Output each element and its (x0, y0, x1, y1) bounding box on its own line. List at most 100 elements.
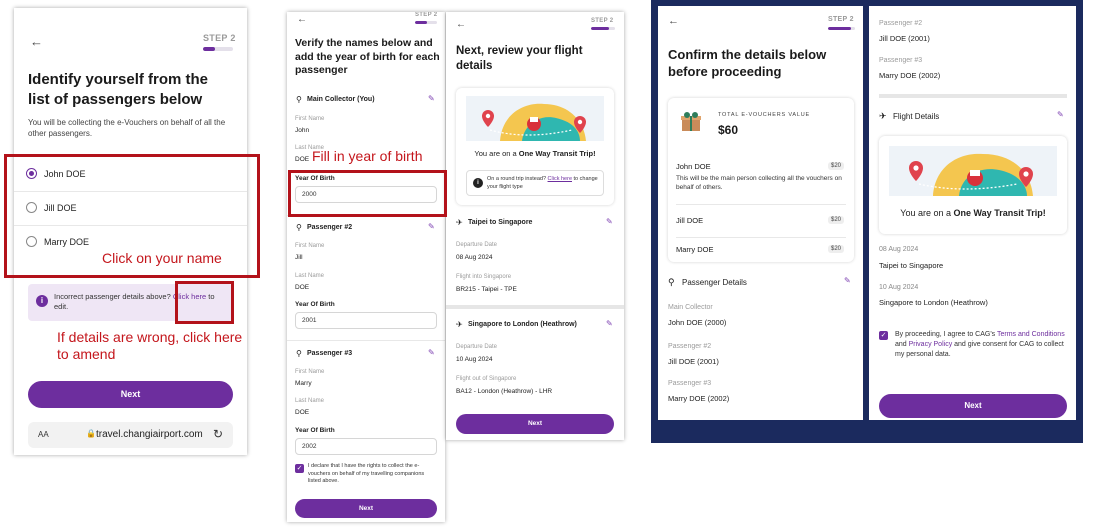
yob-label: Year Of Birth (295, 301, 335, 308)
yob-label: Year Of Birth (295, 427, 335, 434)
annotation-fill-year: Fill in year of birth (312, 148, 423, 164)
yob-input[interactable]: 2001 (295, 312, 437, 329)
leg2-route: Singapore to London (Heathrow) (879, 298, 988, 307)
passenger-2-label: Passenger #2 (879, 20, 923, 27)
total-vouchers-label: TOTAL E-VOUCHERS VALUE (718, 112, 810, 118)
progress-bar (415, 21, 437, 24)
last-name-value: DOE (295, 156, 310, 163)
search-icon: ⚲ (296, 95, 302, 104)
voucher-row-amount: $20 (828, 162, 845, 170)
phone-screen-verify-names: ← STEP 2 Verify the names below and add … (287, 12, 445, 522)
browser-url-bar[interactable]: AA 🔒 travel.changiairport.com ↻ (28, 422, 233, 448)
next-button[interactable]: Next (456, 414, 614, 434)
voucher-row-note: This will be the main person collecting … (676, 175, 842, 191)
last-name-value: DOE (295, 409, 310, 416)
reload-icon[interactable]: ↻ (213, 427, 223, 441)
leg1-date: 08 Aug 2024 (879, 246, 919, 253)
search-icon: ⚲ (296, 349, 302, 358)
departure-date-label: Departure Date (456, 344, 498, 350)
next-button[interactable]: Next (28, 381, 233, 408)
step-label: STEP 2 (828, 16, 854, 23)
edit-pencil-icon[interactable]: ✎ (606, 217, 613, 226)
leg1-route: Taipei to Singapore (879, 261, 944, 270)
annotation-box-year-of-birth (288, 170, 447, 217)
step-label: STEP 2 (591, 18, 614, 24)
passenger-3-value: Marry DOE (2002) (879, 71, 941, 80)
row-divider (676, 204, 846, 205)
voucher-row-name: Marry DOE (676, 245, 714, 254)
url-text: travel.changiairport.com (96, 429, 203, 440)
text-size-button[interactable]: AA (38, 430, 49, 439)
main-collector-value: John DOE (2000) (668, 318, 727, 327)
terms-link[interactable]: Terms and Conditions (997, 331, 1065, 338)
edit-pencil-icon[interactable]: ✎ (428, 348, 435, 357)
leg2-date: 10 Aug 2024 (879, 284, 919, 291)
back-arrow-icon[interactable]: ← (30, 34, 43, 49)
passenger-3-value: Marry DOE (2002) (668, 394, 730, 403)
first-name-value: John (295, 127, 310, 134)
round-trip-text: On a round trip instead? Click here to c… (487, 176, 598, 190)
step-label: STEP 2 (203, 33, 236, 43)
back-arrow-icon[interactable]: ← (297, 14, 307, 25)
edit-pencil-icon[interactable]: ✎ (606, 319, 613, 328)
search-icon: ⚲ (668, 277, 675, 287)
leg1-title: Taipei to Singapore (468, 219, 533, 226)
edit-pencil-icon[interactable]: ✎ (428, 94, 435, 103)
gift-icon (680, 110, 702, 132)
voucher-row-name: John DOE (676, 162, 711, 171)
first-name-value: Marry (295, 380, 312, 387)
declaration-text: I declare that I have the rights to coll… (308, 463, 425, 485)
lock-icon: 🔒 (86, 429, 96, 438)
edit-pencil-icon[interactable]: ✎ (428, 222, 435, 231)
next-button[interactable]: Next (295, 499, 437, 518)
phone-screen-confirm: ← STEP 2 Confirm the details below befor… (658, 6, 863, 420)
next-button[interactable]: Next (879, 394, 1067, 418)
first-name-label: First Name (295, 243, 325, 249)
passenger-2-label: Passenger #2 (668, 343, 712, 350)
voucher-summary-card: TOTAL E-VOUCHERS VALUE $60 John DOE $20 Th… (668, 98, 854, 262)
last-name-label: Last Name (295, 398, 325, 404)
page-title: Confirm the details below before proceed… (668, 47, 827, 79)
declaration-checkbox[interactable]: ✓ (295, 464, 304, 473)
plane-icon: ✈ (879, 111, 887, 121)
info-icon: i (473, 178, 483, 188)
flight-out-label: Flight out of Singapore (456, 376, 517, 382)
step-label: STEP 2 (415, 12, 438, 18)
info-icon: i (36, 295, 48, 307)
flight-into-value: BR215 - Taipei - TPE (456, 286, 517, 293)
consent-checkbox[interactable]: ✓ (879, 331, 888, 340)
departure-date-value: 08 Aug 2024 (456, 254, 493, 261)
edit-pencil-icon[interactable]: ✎ (844, 276, 851, 285)
progress-bar (203, 47, 233, 51)
edit-pencil-icon[interactable]: ✎ (1057, 110, 1064, 119)
page-title: Identify yourself from the list of passe… (28, 71, 209, 108)
departure-date-label: Departure Date (456, 242, 498, 248)
transit-text: You are on a One Way Transit Trip! (900, 208, 1046, 218)
transit-text: You are on a One Way Transit Trip! (474, 149, 596, 158)
flight-out-value: BA12 - London (Heathrow) - LHR (456, 388, 553, 395)
section-divider (446, 305, 624, 309)
page-title: Verify the names below and add the year … (295, 37, 440, 77)
yob-input[interactable]: 2002 (295, 438, 437, 455)
main-collector-label: Main Collector (668, 304, 713, 311)
round-trip-link[interactable]: Click here (548, 176, 572, 182)
plane-landing-icon: ✈ (456, 218, 463, 227)
flight-details-title: Flight Details (893, 112, 940, 121)
back-arrow-icon[interactable]: ← (668, 15, 679, 27)
first-name-label: First Name (295, 116, 325, 122)
back-arrow-icon[interactable]: ← (456, 19, 466, 30)
phone-screen-review-flight: ← STEP 2 Next, review your flight detail… (446, 12, 624, 440)
last-name-value: DOE (295, 284, 310, 291)
phone-screen-confirm-continued: Passenger #2 Jill DOE (2001) Passenger #… (869, 6, 1076, 420)
flight-into-label: Flight into Singapore (456, 274, 512, 280)
first-name-value: Jill (295, 254, 303, 261)
voucher-row-amount: $20 (828, 245, 845, 253)
section-divider (287, 340, 445, 341)
voucher-row-amount: $20 (828, 216, 845, 224)
passenger-details-title: Passenger Details (682, 278, 747, 287)
annotation-click-name: Click on your name (102, 250, 222, 266)
privacy-link[interactable]: Privacy Policy (909, 341, 953, 348)
plane-takeoff-icon: ✈ (456, 320, 463, 329)
transit-illustration (466, 96, 604, 141)
voucher-row-name: Jill DOE (676, 216, 704, 225)
